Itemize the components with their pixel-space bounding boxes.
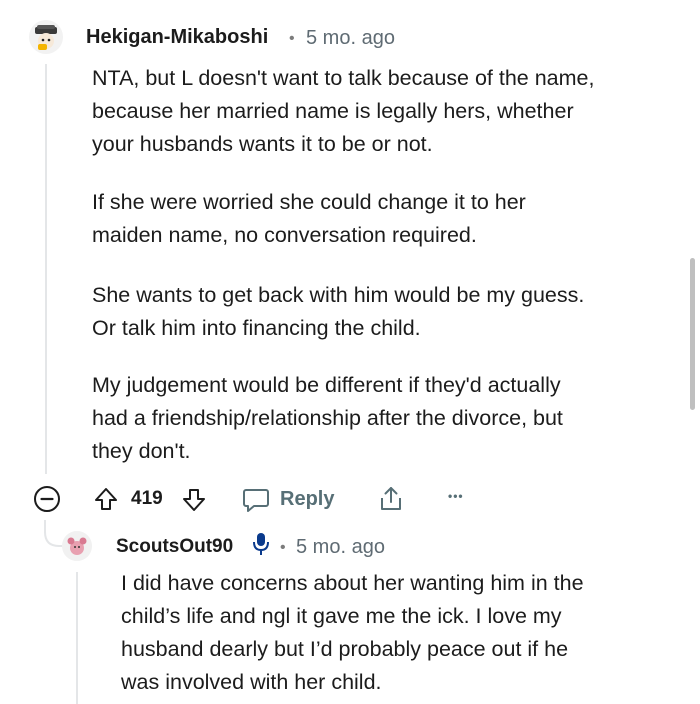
arrow-up-icon xyxy=(95,488,117,510)
reply-thread-line[interactable] xyxy=(76,572,78,704)
vote-count: 419 xyxy=(131,488,163,509)
speech-bubble-icon xyxy=(243,489,269,512)
reply-button[interactable]: Reply xyxy=(242,485,334,513)
meta-separator: • xyxy=(280,539,286,556)
comment-paragraph: My judgement would be different if they'… xyxy=(92,373,563,463)
comment-timestamp[interactable]: 5 mo. ago xyxy=(306,27,395,50)
reply-username[interactable]: ScoutsOut90 xyxy=(116,536,233,558)
reply-timestamp[interactable]: 5 mo. ago xyxy=(296,536,385,559)
share-button[interactable] xyxy=(376,484,406,514)
comment-paragraph: If she were worried she could change it … xyxy=(92,190,526,247)
collapse-thread-button[interactable] xyxy=(33,485,61,513)
commenter-avatar[interactable] xyxy=(29,20,63,54)
reply-text: I did have concerns about her wanting hi… xyxy=(121,571,584,694)
thread-line[interactable] xyxy=(45,64,47,474)
comment-username[interactable]: Hekigan-Mikaboshi xyxy=(86,26,268,49)
ellipsis-icon: ••• xyxy=(448,489,464,503)
downvote-button[interactable] xyxy=(180,486,208,514)
op-badge xyxy=(250,531,272,562)
comment-paragraph: She wants to get back with him would be … xyxy=(92,283,585,340)
meta-separator: • xyxy=(289,30,295,47)
more-options-button[interactable]: ••• xyxy=(448,489,464,503)
reply-label: Reply xyxy=(280,487,335,510)
minus-circle-icon xyxy=(34,486,60,512)
microphone-icon xyxy=(253,533,269,555)
scrollbar[interactable] xyxy=(690,258,695,410)
reply-avatar[interactable] xyxy=(62,531,92,561)
arrow-down-icon xyxy=(183,489,205,511)
share-icon xyxy=(381,487,401,510)
comment-paragraph: NTA, but L doesn't want to talk because … xyxy=(92,66,595,156)
upvote-button[interactable] xyxy=(92,485,120,513)
